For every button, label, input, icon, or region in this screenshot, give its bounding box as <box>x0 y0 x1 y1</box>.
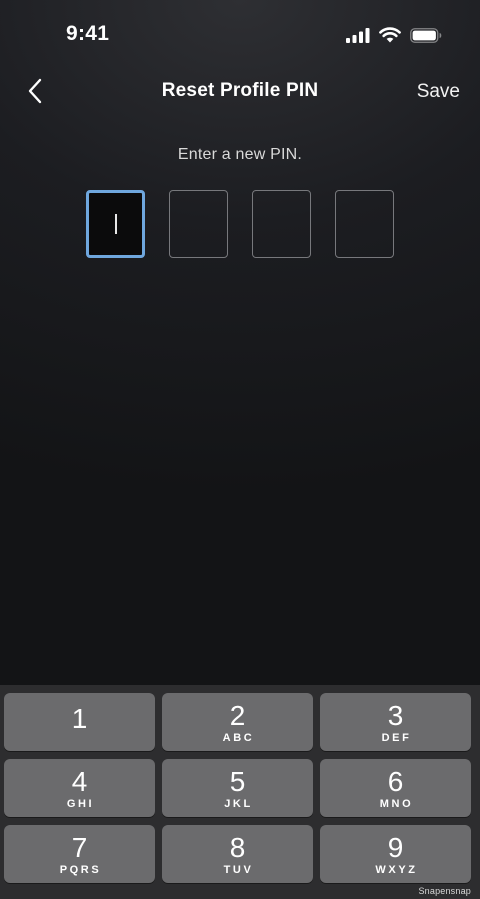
key-6[interactable]: 6 MNO <box>320 759 471 817</box>
pin-digit-3[interactable] <box>252 190 311 258</box>
key-letters: PQRS <box>59 863 102 876</box>
key-letters: DEF <box>381 731 412 744</box>
key-digit: 9 <box>387 831 404 863</box>
key-8[interactable]: 8 TUV <box>162 825 313 883</box>
key-9[interactable]: 9 WXYZ <box>320 825 471 883</box>
key-letters: JKL <box>224 797 253 810</box>
page-title: Reset Profile PIN <box>161 80 319 101</box>
key-digit: 7 <box>71 831 88 863</box>
wifi-icon <box>379 27 401 43</box>
battery-icon <box>410 27 442 43</box>
keypad-grid: 1 2 ABC 3 DEF 4 GHI 5 JKL 6 MNO 7 PQRS 8… <box>4 693 476 883</box>
pin-prompt: Enter a new PIN. <box>177 146 303 163</box>
key-letters: GHI <box>66 797 95 810</box>
cellular-signal-icon <box>346 27 370 43</box>
key-digit: 6 <box>387 765 404 797</box>
key-letters: TUV <box>223 863 254 876</box>
numeric-keypad: 1 2 ABC 3 DEF 4 GHI 5 JKL 6 MNO 7 PQRS 8… <box>0 685 480 899</box>
key-5[interactable]: 5 JKL <box>162 759 313 817</box>
pin-digit-1[interactable] <box>86 190 145 258</box>
key-digit: 4 <box>71 765 88 797</box>
nav-bar: Reset Profile PIN Save <box>0 70 480 116</box>
status-bar: 9:41 <box>0 0 480 70</box>
save-button[interactable]: Save <box>417 81 460 103</box>
key-2[interactable]: 2 ABC <box>162 693 313 751</box>
key-digit: 1 <box>71 703 88 734</box>
key-7[interactable]: 7 PQRS <box>4 825 155 883</box>
key-letters: WXYZ <box>375 863 418 876</box>
key-letters: MNO <box>379 797 414 810</box>
text-cursor <box>114 214 117 234</box>
key-digit: 5 <box>229 765 246 797</box>
status-time: 9:41 <box>66 22 110 45</box>
key-digit: 3 <box>387 699 404 731</box>
key-digit: 2 <box>229 699 246 731</box>
status-icons <box>346 27 442 43</box>
key-letters: ABC <box>222 731 255 744</box>
key-1[interactable]: 1 <box>4 693 155 751</box>
key-digit: 8 <box>229 831 246 863</box>
pin-input-group <box>86 190 394 258</box>
key-3[interactable]: 3 DEF <box>320 693 471 751</box>
pin-digit-2[interactable] <box>169 190 228 258</box>
watermark: Snapensnap <box>418 886 471 896</box>
key-4[interactable]: 4 GHI <box>4 759 155 817</box>
pin-digit-4[interactable] <box>335 190 394 258</box>
